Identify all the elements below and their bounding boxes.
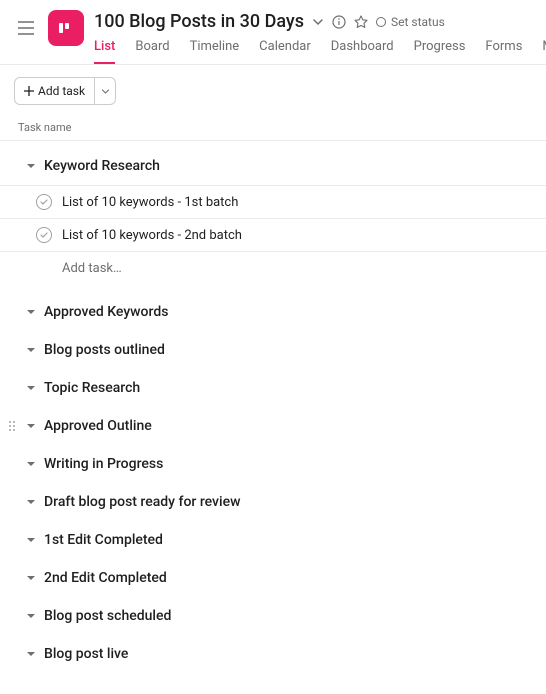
section-header[interactable]: 1st Edit Completed <box>0 521 546 559</box>
section-header[interactable]: Approved Keywords <box>0 293 546 331</box>
section-header[interactable]: Writing in Progress <box>0 445 546 483</box>
section-title: Topic Research <box>44 380 140 396</box>
tab-list[interactable]: List <box>94 39 115 64</box>
tab-board[interactable]: Board <box>135 39 169 64</box>
section-header[interactable]: Blog post scheduled <box>0 597 546 635</box>
add-task-inline[interactable]: Add task… <box>0 252 546 285</box>
column-header-task-name: Task name <box>0 115 546 141</box>
section-header[interactable]: Approved Outline <box>0 407 546 445</box>
section-title: 1st Edit Completed <box>44 532 163 548</box>
status-ring-icon <box>376 17 386 27</box>
tab-calendar[interactable]: Calendar <box>259 39 311 64</box>
add-task-dropdown[interactable] <box>95 78 115 104</box>
task-row[interactable]: List of 10 keywords - 2nd batch <box>0 218 546 252</box>
section-title: Writing in Progress <box>44 456 163 472</box>
section-title: Approved Outline <box>44 418 152 434</box>
add-task-split-button: Add task <box>14 77 116 105</box>
caret-down-icon[interactable] <box>24 459 38 469</box>
task-row[interactable]: List of 10 keywords - 1st batch <box>0 185 546 218</box>
section-title: 2nd Edit Completed <box>44 570 167 586</box>
star-icon[interactable] <box>354 15 368 29</box>
complete-checkbox[interactable] <box>36 227 52 243</box>
tab-dashboard[interactable]: Dashboard <box>331 39 394 64</box>
section-title: Keyword Research <box>44 158 160 174</box>
tab-progress[interactable]: Progress <box>414 39 466 64</box>
project-icon <box>48 10 84 46</box>
caret-down-icon[interactable] <box>24 345 38 355</box>
task-name: List of 10 keywords - 1st batch <box>62 195 238 210</box>
section-title: Approved Keywords <box>44 304 168 320</box>
menu-toggle[interactable] <box>14 16 38 40</box>
caret-down-icon[interactable] <box>24 383 38 393</box>
caret-down-icon[interactable] <box>24 307 38 317</box>
section-title: Blog post scheduled <box>44 608 171 624</box>
caret-down-icon[interactable] <box>24 611 38 621</box>
view-tabs: List Board Timeline Calendar Dashboard Progre… <box>94 39 532 64</box>
tab-forms[interactable]: Forms <box>485 39 522 64</box>
project-title[interactable]: 100 Blog Posts in 30 Days <box>94 11 304 32</box>
drag-handle-icon[interactable] <box>6 420 18 432</box>
section-title: Draft blog post ready for review <box>44 494 240 510</box>
chevron-down-icon[interactable] <box>312 16 324 28</box>
section-header[interactable]: Keyword Research <box>0 147 546 185</box>
tab-more[interactable]: More… <box>542 39 546 64</box>
caret-down-icon[interactable] <box>24 649 38 659</box>
section-title: Blog posts outlined <box>44 342 165 358</box>
complete-checkbox[interactable] <box>36 194 52 210</box>
section-header[interactable]: 2nd Edit Completed <box>0 559 546 597</box>
caret-down-icon[interactable] <box>24 497 38 507</box>
section-header[interactable]: Topic Research <box>0 369 546 407</box>
section-header[interactable]: Blog post live <box>0 635 546 673</box>
tab-timeline[interactable]: Timeline <box>190 39 240 64</box>
section-header[interactable]: Blog posts outlined <box>0 331 546 369</box>
add-task-label: Add task <box>38 84 85 98</box>
caret-down-icon[interactable] <box>24 421 38 431</box>
section-header[interactable]: Draft blog post ready for review <box>0 483 546 521</box>
section-title: Blog post live <box>44 646 128 662</box>
caret-down-icon[interactable] <box>24 535 38 545</box>
info-icon[interactable] <box>332 15 346 29</box>
task-name: List of 10 keywords - 2nd batch <box>62 228 242 243</box>
caret-down-icon[interactable] <box>24 161 38 171</box>
caret-down-icon[interactable] <box>24 573 38 583</box>
add-task-button[interactable]: Add task <box>15 78 95 104</box>
set-status-label: Set status <box>391 15 445 29</box>
set-status-button[interactable]: Set status <box>376 15 445 29</box>
